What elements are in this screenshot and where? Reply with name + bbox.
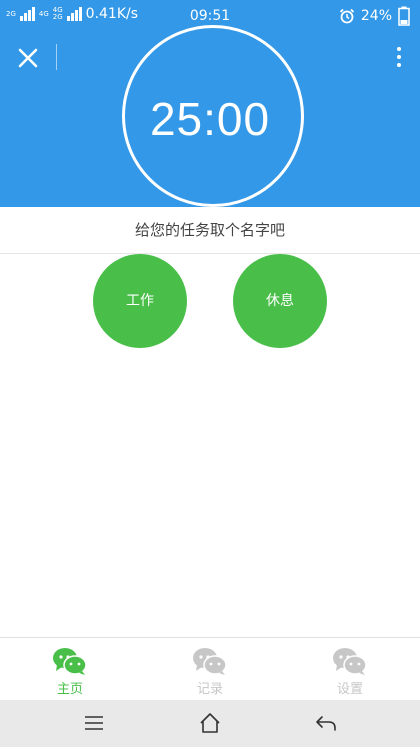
wechat-icon (53, 648, 87, 675)
nav-item-records[interactable]: 记录 (140, 638, 280, 701)
toolbar-divider (56, 44, 57, 70)
system-nav-bar (0, 700, 420, 747)
nav-item-settings[interactable]: 设置 (280, 638, 420, 701)
task-name-input[interactable]: 给您的任务取个名字吧 (0, 207, 420, 254)
nav-label: 设置 (336, 682, 363, 697)
back-icon[interactable] (296, 708, 356, 738)
work-button[interactable]: 工作 (93, 254, 187, 348)
menu-icon[interactable] (64, 708, 124, 738)
more-options-icon[interactable] (392, 44, 406, 72)
bottom-nav: 主页 记录 设置 (0, 637, 420, 701)
nav-label: 记录 (196, 682, 223, 697)
home-icon[interactable] (180, 708, 240, 738)
wechat-icon (333, 648, 367, 675)
header-panel: 2G 4G 4G 2G 0.41K/s 09:51 24% 25:00 (0, 0, 420, 207)
alarm-icon (339, 8, 355, 24)
rest-button[interactable]: 休息 (233, 254, 327, 348)
nav-label: 主页 (56, 682, 83, 697)
battery-percent: 24% (360, 8, 392, 24)
status-right: 24% (339, 6, 410, 26)
wechat-icon (193, 648, 227, 675)
nav-item-home[interactable]: 主页 (0, 638, 140, 701)
timer-display: 25:00 (149, 93, 271, 145)
battery-icon (398, 6, 410, 26)
close-icon[interactable] (14, 44, 42, 72)
